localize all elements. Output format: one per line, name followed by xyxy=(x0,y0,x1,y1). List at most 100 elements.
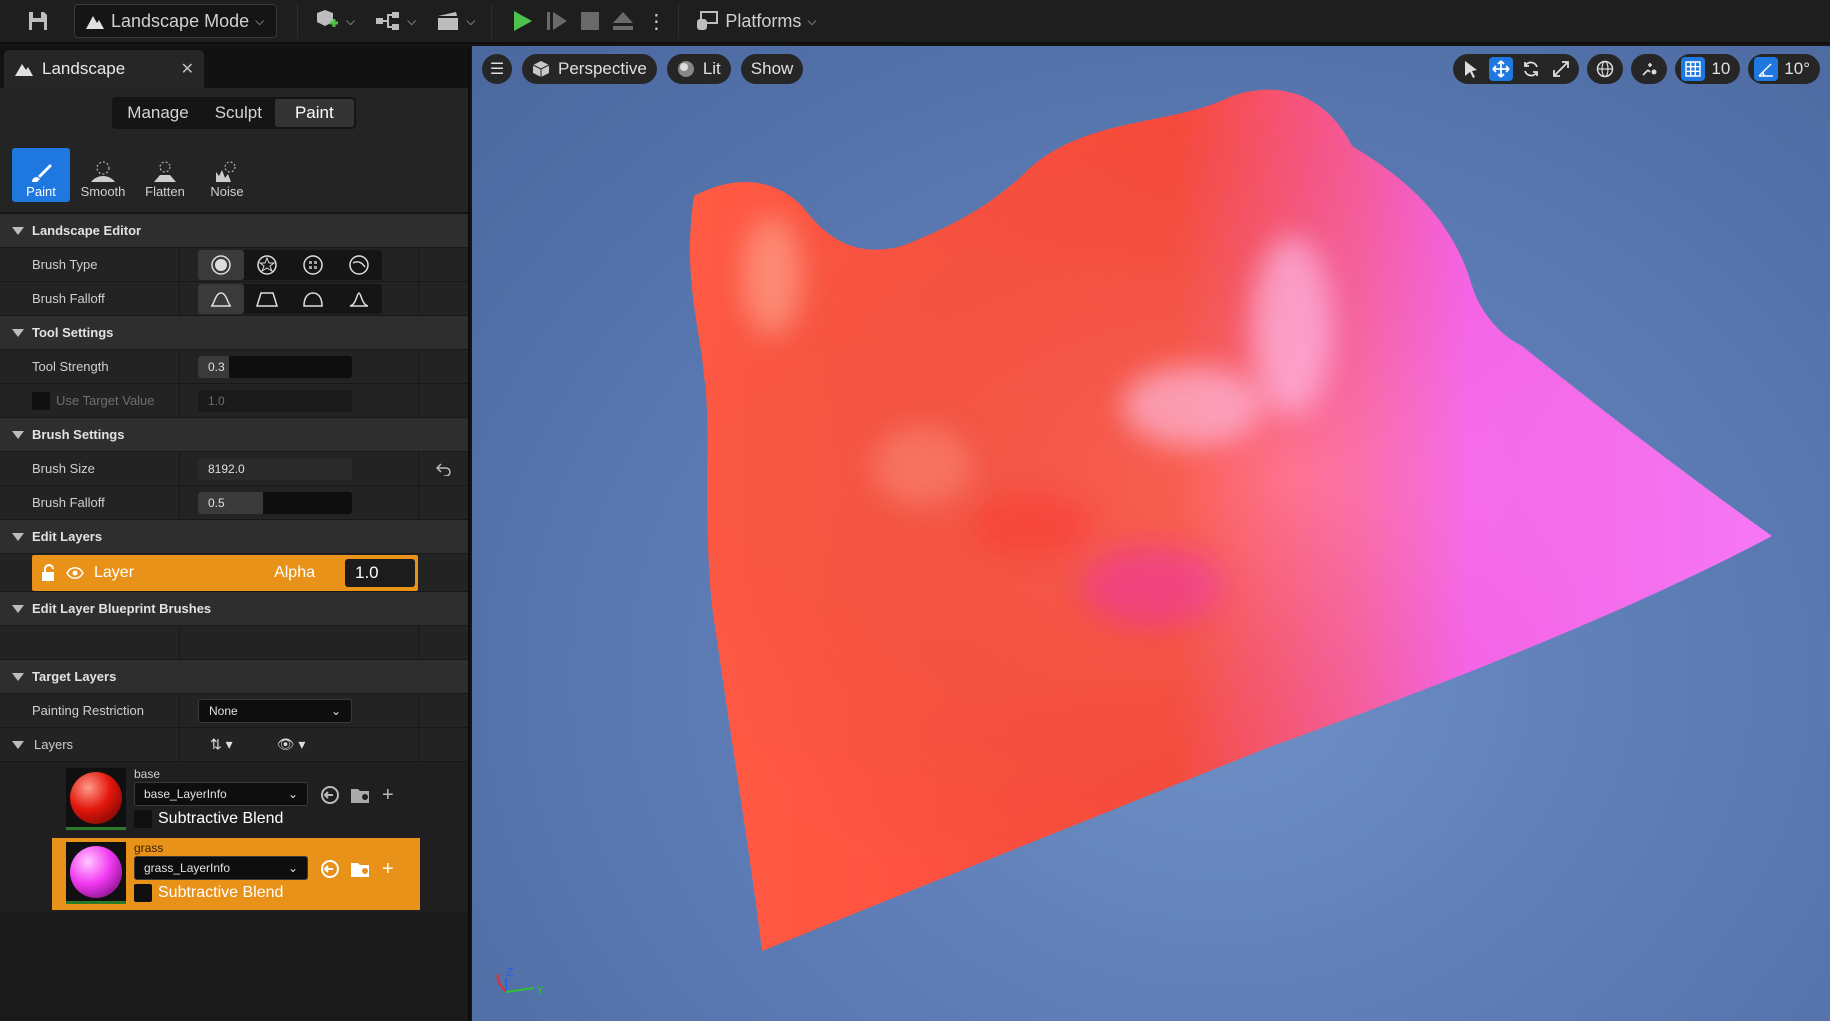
property-label: Layers xyxy=(0,728,180,761)
property-extra xyxy=(418,626,468,659)
falloff-linear-button[interactable] xyxy=(244,284,290,314)
property-value: 8192.0 xyxy=(180,452,418,485)
section-target-layers[interactable]: Target Layers xyxy=(0,660,468,694)
layer-info-dropdown[interactable]: base_LayerInfo ⌄ xyxy=(134,782,308,806)
rotate-tool-button[interactable] xyxy=(1519,57,1543,81)
landscape-icon xyxy=(86,16,104,29)
close-icon[interactable]: ✕ xyxy=(181,59,194,79)
show-label: Show xyxy=(750,59,794,78)
viewport-menu-button[interactable]: ☰ xyxy=(482,54,512,84)
collapse-triangle-icon xyxy=(12,672,24,681)
section-edit-layers[interactable]: Edit Layers xyxy=(0,520,468,554)
brush-falloff-slider[interactable]: 0.5 xyxy=(198,491,352,514)
property-extra xyxy=(418,728,468,761)
alpha-field[interactable]: 1.0 xyxy=(345,559,415,587)
use-selected-icon[interactable] xyxy=(320,785,340,805)
surface-snap-button[interactable] xyxy=(1631,54,1668,84)
play-options-button[interactable]: ⋮ xyxy=(640,4,672,38)
scale-tool-button[interactable] xyxy=(1549,57,1573,81)
coordinate-space-button[interactable] xyxy=(1587,54,1624,84)
play-button[interactable] xyxy=(498,4,540,38)
section-blueprint-brushes[interactable]: Edit Layer Blueprint Brushes xyxy=(0,592,468,626)
target-layer-item[interactable]: base base_LayerInfo ⌄ Subtractive Blend + xyxy=(52,764,420,836)
checkbox[interactable] xyxy=(134,810,152,828)
brush-pattern-icon xyxy=(303,254,323,275)
add-content-button[interactable]: ⌵ xyxy=(304,4,365,38)
painting-restriction-row: Painting Restriction None ⌄ xyxy=(0,694,468,728)
section-tool-settings[interactable]: Tool Settings xyxy=(0,316,468,350)
chevron-down-icon: ⌄ xyxy=(287,787,298,801)
save-icon xyxy=(29,12,47,30)
transform-tools xyxy=(1453,54,1580,84)
blueprints-button[interactable]: ⌵ xyxy=(365,4,426,38)
property-extra xyxy=(418,248,468,281)
stop-button[interactable] xyxy=(574,4,606,38)
property-label: Brush Size xyxy=(0,452,180,485)
tool-paint[interactable]: Paint xyxy=(12,148,70,202)
section-landscape-editor[interactable]: Landscape Editor xyxy=(0,214,468,248)
use-target-value-checkbox[interactable] xyxy=(32,391,50,410)
tool-strength-slider[interactable]: 0.3 xyxy=(198,355,352,378)
unlock-icon[interactable] xyxy=(40,564,56,582)
perspective-button[interactable]: Perspective xyxy=(522,54,657,84)
target-layer-list: base base_LayerInfo ⌄ Subtractive Blend +… xyxy=(0,762,468,912)
brush-circle-button[interactable] xyxy=(198,249,244,280)
use-selected-icon[interactable] xyxy=(320,859,340,879)
falloff-tip-button[interactable] xyxy=(336,284,382,314)
browse-folder-icon[interactable] xyxy=(350,860,372,878)
brush-component-button[interactable] xyxy=(336,250,382,280)
mode-segment: Manage Sculpt Paint xyxy=(112,97,356,129)
collapse-triangle-icon xyxy=(12,430,24,439)
visibility-button[interactable]: 👁 ▾ xyxy=(277,736,306,753)
tool-flatten[interactable]: Flatten xyxy=(136,148,194,202)
select-tool-button[interactable] xyxy=(1459,57,1483,81)
add-icon[interactable]: + xyxy=(382,858,394,881)
tab-landscape[interactable]: Landscape ✕ xyxy=(4,50,204,88)
translate-tool-button[interactable] xyxy=(1489,57,1514,81)
subtractive-blend-toggle[interactable]: Subtractive Blend xyxy=(134,884,308,902)
edit-layer-item[interactable]: Layer Alpha 1.0 xyxy=(32,555,418,591)
brush-size-row: Brush Size 8192.0 xyxy=(0,452,468,486)
advance-frame-button[interactable] xyxy=(540,4,574,38)
mode-dropdown[interactable]: Landscape Mode ⌵ xyxy=(74,4,277,38)
grid-snap-button[interactable]: 10 xyxy=(1675,54,1741,84)
section-brush-settings[interactable]: Brush Settings xyxy=(0,418,468,452)
show-button[interactable]: Show xyxy=(740,54,804,84)
sort-button[interactable]: ⇅ ▾ xyxy=(210,736,233,753)
surface-snap-icon xyxy=(1637,57,1661,81)
property-label: Tool Strength xyxy=(0,350,180,383)
checkbox-label: Use Target Value xyxy=(56,393,155,408)
section-title: Tool Settings xyxy=(32,325,114,340)
tool-smooth[interactable]: Smooth xyxy=(74,148,132,202)
brush-pattern-button[interactable] xyxy=(290,250,336,280)
subtractive-blend-toggle[interactable]: Subtractive Blend xyxy=(134,810,308,828)
browse-folder-icon[interactable] xyxy=(350,786,372,804)
platforms-button[interactable]: Platforms ⌵ xyxy=(685,4,826,38)
save-button[interactable] xyxy=(16,4,60,38)
dropdown-value: grass_LayerInfo xyxy=(144,861,231,875)
toolbar-divider xyxy=(297,3,298,39)
tool-noise[interactable]: Noise xyxy=(198,148,256,202)
brush-size-field[interactable]: 8192.0 xyxy=(198,457,352,480)
collapse-triangle-icon[interactable] xyxy=(12,740,24,749)
brush-alpha-button[interactable] xyxy=(244,250,290,280)
mode-manage[interactable]: Manage xyxy=(114,99,201,127)
falloff-tip-icon xyxy=(349,291,369,307)
layer-info-dropdown[interactable]: grass_LayerInfo ⌄ xyxy=(134,856,308,880)
tool-strength-row: Tool Strength 0.3 xyxy=(0,350,468,384)
angle-snap-button[interactable]: 10° xyxy=(1748,54,1820,84)
cinematics-button[interactable]: ⌵ xyxy=(426,4,485,38)
reset-icon[interactable] xyxy=(435,462,452,476)
falloff-smooth-button[interactable] xyxy=(198,283,244,314)
checkbox[interactable] xyxy=(134,884,152,902)
mode-paint[interactable]: Paint xyxy=(274,99,354,127)
eye-icon[interactable] xyxy=(66,566,84,580)
lit-button[interactable]: Lit xyxy=(666,54,731,84)
mode-sculpt[interactable]: Sculpt xyxy=(202,99,275,127)
falloff-sphere-button[interactable] xyxy=(290,284,336,314)
add-icon[interactable]: + xyxy=(382,784,394,807)
painting-restriction-dropdown[interactable]: None ⌄ xyxy=(198,698,352,723)
level-viewport[interactable]: ☰ Perspective Lit Show 10 10° X Z Y xyxy=(472,46,1830,1021)
target-layer-item-selected[interactable]: grass grass_LayerInfo ⌄ Subtractive Blend… xyxy=(52,838,420,910)
eject-button[interactable] xyxy=(606,4,640,38)
